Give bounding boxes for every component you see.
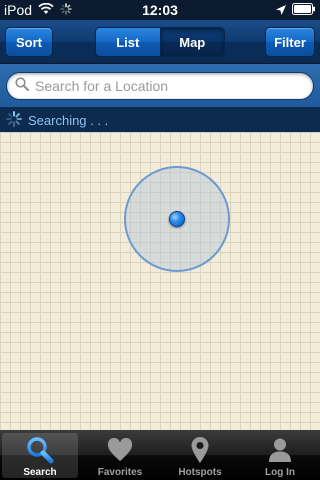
tab-search[interactable]: Search — [0, 430, 80, 480]
tab-log-in[interactable]: Log In — [240, 430, 320, 480]
tab-log-in-label: Log In — [265, 467, 295, 478]
sort-button[interactable]: Sort — [5, 27, 53, 57]
heart-icon — [105, 435, 135, 465]
searching-label: Searching . . . — [28, 112, 109, 128]
navigation-bar: Sort List Map Filter — [0, 20, 320, 64]
search-icon — [25, 435, 55, 465]
tab-bar: Search Favorites Hotspots Log In — [0, 430, 320, 480]
map-segment[interactable]: Map — [159, 28, 224, 56]
search-input[interactable] — [35, 78, 295, 94]
search-bar — [0, 64, 320, 108]
location-arrow-icon — [276, 2, 286, 18]
filter-button[interactable]: Filter — [265, 27, 315, 57]
tab-favorites-label: Favorites — [97, 467, 143, 478]
search-field[interactable] — [6, 72, 314, 100]
battery-icon — [292, 2, 316, 18]
tab-search-label: Search — [23, 467, 57, 478]
status-right — [276, 2, 316, 18]
search-icon — [15, 76, 29, 96]
person-icon — [265, 435, 295, 465]
status-time: 12:03 — [142, 2, 178, 18]
list-segment[interactable]: List — [96, 28, 160, 56]
tab-hotspots[interactable]: Hotspots — [160, 430, 240, 480]
list-map-segmented-control: List Map — [95, 27, 225, 57]
map-view[interactable] — [0, 132, 320, 430]
map-pin-icon — [185, 435, 215, 465]
searching-status-bar: Searching . . . — [0, 108, 320, 132]
tab-favorites[interactable]: Favorites — [80, 430, 160, 480]
current-location-dot[interactable] — [169, 211, 185, 227]
loading-spinner-icon — [6, 110, 22, 130]
tab-hotspots-label: Hotspots — [178, 467, 222, 478]
status-bar: iPod 12:03 — [0, 0, 320, 20]
